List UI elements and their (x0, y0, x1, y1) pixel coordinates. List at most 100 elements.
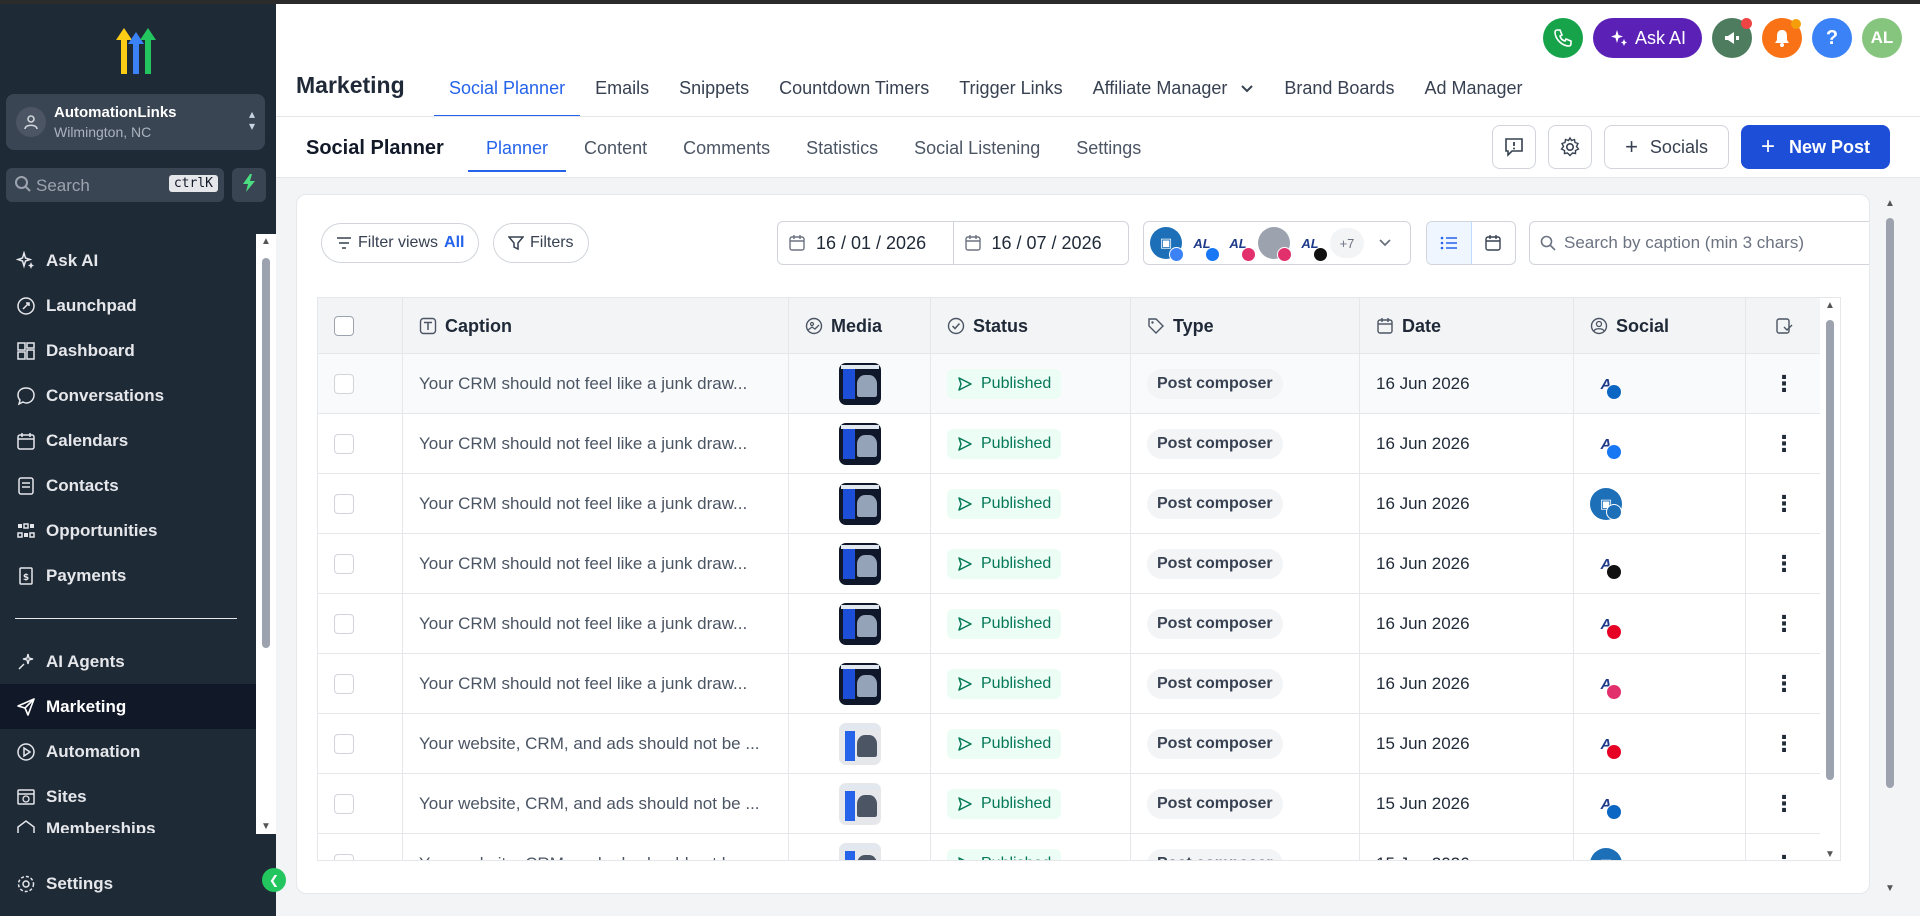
row-checkbox[interactable] (334, 614, 354, 634)
column-social[interactable]: Social (1574, 298, 1746, 354)
sidebar-item-dashboard[interactable]: Dashboard (0, 328, 256, 373)
social-accounts-selector[interactable]: ▣ AL AL AL +7 (1143, 221, 1411, 265)
sidebar-item-ask-ai[interactable]: Ask AI (0, 238, 256, 283)
tab-countdown-timers[interactable]: Countdown Timers (764, 68, 944, 113)
scrollbar-thumb[interactable] (1826, 320, 1834, 780)
sidebar-scrollbar[interactable]: ▲ ▼ (256, 234, 276, 834)
table-row[interactable]: Your CRM should not feel like a junk dra… (318, 354, 1822, 414)
tab-settings[interactable]: Settings (1058, 129, 1159, 171)
column-type[interactable]: Type (1131, 298, 1360, 354)
more-vertical-icon[interactable]: ⋮ (1773, 853, 1795, 861)
media-thumbnail[interactable] (838, 663, 881, 705)
tab-snippets[interactable]: Snippets (664, 68, 764, 113)
notifications-button[interactable] (1762, 18, 1802, 58)
phone-button[interactable] (1542, 18, 1583, 58)
media-cell[interactable] (789, 354, 931, 414)
sidebar-item-automation[interactable]: Automation (0, 729, 256, 774)
more-vertical-icon[interactable]: ⋮ (1773, 793, 1795, 815)
table-row[interactable]: Your CRM should not feel like a junk dra… (318, 534, 1822, 594)
more-vertical-icon[interactable]: ⋮ (1773, 373, 1795, 395)
caption-cell[interactable]: Your CRM should not feel like a junk dra… (403, 654, 789, 714)
help-button[interactable]: ? (1812, 18, 1852, 58)
sidebar-item-memberships[interactable]: Memberships (0, 819, 256, 833)
list-view-button[interactable] (1427, 222, 1472, 264)
caption-cell[interactable]: Your website, CRM, and ads should not be… (403, 714, 789, 774)
media-cell[interactable] (789, 774, 931, 834)
table-row[interactable]: Your CRM should not feel like a junk dra… (318, 414, 1822, 474)
media-thumbnail[interactable] (838, 723, 881, 765)
media-thumbnail[interactable] (838, 603, 881, 645)
media-thumbnail[interactable] (838, 423, 881, 465)
media-thumbnail[interactable] (838, 363, 881, 405)
tab-statistics[interactable]: Statistics (788, 129, 896, 171)
sidebar-item-sites[interactable]: Sites (0, 774, 256, 819)
column-date[interactable]: Date (1360, 298, 1574, 354)
row-checkbox[interactable] (334, 374, 354, 394)
sidebar-item-calendars[interactable]: Calendars (0, 418, 256, 463)
table-row[interactable]: Your CRM should not feel like a junk dra… (318, 654, 1822, 714)
media-thumbnail[interactable] (838, 543, 881, 585)
tab-emails[interactable]: Emails (580, 68, 664, 113)
row-checkbox[interactable] (334, 794, 354, 814)
media-thumbnail[interactable] (838, 783, 881, 825)
app-logo[interactable] (108, 26, 164, 76)
collapse-sidebar-button[interactable]: ❮ (262, 868, 286, 892)
table-scrollbar[interactable]: ▲ ▼ (1820, 298, 1840, 860)
settings-button[interactable] (1548, 125, 1593, 169)
scrollbar-thumb[interactable] (262, 258, 270, 648)
new-post-button[interactable]: + New Post (1740, 125, 1890, 169)
tab-ad-manager[interactable]: Ad Manager (1409, 68, 1537, 113)
sidebar-item-opportunities[interactable]: Opportunities (0, 508, 256, 553)
add-socials-button[interactable]: + Socials (1604, 125, 1729, 169)
media-thumbnail[interactable] (838, 843, 881, 860)
sidebar-item-launchpad[interactable]: Launchpad (0, 283, 256, 328)
sidebar-item-contacts[interactable]: Contacts (0, 463, 256, 508)
media-cell[interactable] (789, 834, 931, 860)
caption-cell[interactable]: Your website, CRM, and ads should not be… (403, 774, 789, 834)
caption-cell[interactable]: Your CRM should not feel like a junk dra… (403, 594, 789, 654)
media-cell[interactable] (789, 594, 931, 654)
tab-brand-boards[interactable]: Brand Boards (1269, 68, 1409, 113)
media-cell[interactable] (789, 414, 931, 474)
date-to-field[interactable]: 16 / 07 / 2026 (952, 222, 1129, 264)
caption-cell[interactable]: Your CRM should not feel like a junk dra… (403, 354, 789, 414)
quick-actions-button[interactable] (232, 168, 266, 202)
tab-content[interactable]: Content (566, 129, 665, 171)
caption-cell[interactable]: Your CRM should not feel like a junk dra… (403, 534, 789, 594)
more-vertical-icon[interactable]: ⋮ (1773, 673, 1795, 695)
more-vertical-icon[interactable]: ⋮ (1773, 553, 1795, 575)
sidebar-item-settings[interactable]: Settings (0, 864, 256, 904)
table-row[interactable]: Your website, CRM, and ads should not be… (318, 834, 1822, 861)
sidebar-item-payments[interactable]: $ Payments (0, 553, 256, 598)
account-switcher[interactable]: AutomationLinks Wilmington, NC ▴ ▾ (6, 94, 265, 150)
row-checkbox[interactable] (334, 434, 354, 454)
calendar-view-button[interactable] (1472, 222, 1516, 264)
row-checkbox[interactable] (334, 674, 354, 694)
media-thumbnail[interactable] (838, 483, 881, 525)
more-vertical-icon[interactable]: ⋮ (1773, 733, 1795, 755)
tab-comments[interactable]: Comments (665, 129, 788, 171)
table-row[interactable]: Your CRM should not feel like a junk dra… (318, 594, 1822, 654)
media-cell[interactable] (789, 714, 931, 774)
more-vertical-icon[interactable]: ⋮ (1773, 493, 1795, 515)
sidebar-search[interactable]: Search ctrlK (6, 168, 224, 202)
more-vertical-icon[interactable]: ⋮ (1773, 613, 1795, 635)
tab-affiliate-manager[interactable]: Affiliate Manager (1078, 68, 1270, 113)
row-checkbox[interactable] (334, 854, 354, 860)
page-scrollbar[interactable]: ▲ ▼ (1880, 196, 1900, 896)
column-caption[interactable]: Caption (403, 298, 789, 354)
filter-views-button[interactable]: Filter views All (321, 223, 480, 263)
row-checkbox[interactable] (334, 554, 354, 574)
caption-cell[interactable]: Your website, CRM, and ads should not be… (403, 834, 789, 860)
ask-ai-button[interactable]: Ask AI (1592, 18, 1702, 58)
row-checkbox[interactable] (334, 494, 354, 514)
caption-cell[interactable]: Your CRM should not feel like a junk dra… (403, 474, 789, 534)
tab-social-planner[interactable]: Social Planner (434, 68, 581, 117)
tab-trigger-links[interactable]: Trigger Links (944, 68, 1077, 113)
announcements-button[interactable] (1712, 18, 1752, 58)
select-all-checkbox[interactable] (334, 316, 354, 336)
column-media[interactable]: Media (789, 298, 931, 354)
tab-social-listening[interactable]: Social Listening (896, 129, 1058, 171)
caption-cell[interactable]: Your CRM should not feel like a junk dra… (403, 414, 789, 474)
media-cell[interactable] (789, 534, 931, 594)
